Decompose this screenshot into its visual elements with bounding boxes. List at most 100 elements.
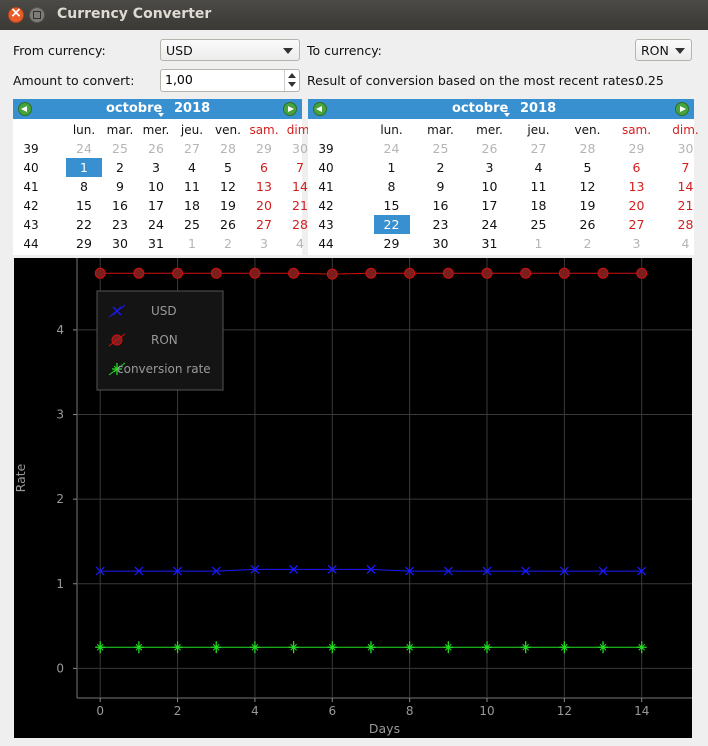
calendar-day[interactable]: 27 [174,139,210,158]
calendar-day[interactable]: 18 [521,196,557,215]
next-month-icon[interactable] [283,102,297,116]
calendar-day[interactable]: 4 [174,158,210,177]
calendar-day[interactable]: 10 [472,177,508,196]
calendar-day[interactable]: 14 [668,177,704,196]
calendar-day[interactable]: 29 [246,139,282,158]
calendar-day[interactable]: 16 [423,196,459,215]
spin-down-icon[interactable] [288,82,296,87]
calendar-day[interactable]: 16 [102,196,138,215]
calendar-day[interactable]: 3 [246,234,282,253]
calendar-day[interactable]: 2 [423,158,459,177]
calendar-day[interactable]: 26 [570,215,606,234]
calendar-day[interactable]: 27 [246,215,282,234]
amount-input[interactable] [165,72,277,87]
calendar-day[interactable]: 3 [138,158,174,177]
calendar-day[interactable]: 25 [102,139,138,158]
calendar-day[interactable]: 5 [570,158,606,177]
to-date-calendar[interactable]: octobre 2018 lun. mar. mer. jeu. ven. sam. dim… [308,99,699,255]
calendar-day[interactable]: 15 [66,196,102,215]
data-point [133,267,145,279]
calendar-day[interactable]: 24 [472,215,508,234]
calendar-day[interactable]: 9 [102,177,138,196]
calendar-day[interactable]: 31 [138,234,174,253]
calendar-day[interactable]: 28 [570,139,606,158]
calendar-day[interactable]: 29 [374,234,410,253]
calendar-day[interactable]: 24 [66,139,102,158]
calendar-day[interactable]: 7 [668,158,704,177]
calendar-day[interactable]: 24 [374,139,410,158]
calendar-day[interactable]: 20 [619,196,655,215]
calendar-day[interactable]: 24 [138,215,174,234]
calendar-day[interactable]: 15 [374,196,410,215]
calendar-day[interactable]: 4 [668,234,704,253]
calendar-day[interactable]: 8 [374,177,410,196]
calendar-day[interactable]: 23 [102,215,138,234]
calendar-day[interactable]: 28 [668,215,704,234]
from-date-calendar[interactable]: octobre 2018 lun. mar. mer. jeu. ven. sam. dim… [13,99,313,255]
calendar-day[interactable]: 22 [373,215,410,234]
calendar-day[interactable]: 8 [66,177,102,196]
calendar-year[interactable]: 2018 [520,101,556,116]
calendar-day[interactable]: 25 [423,139,459,158]
calendar-day[interactable]: 13 [619,177,655,196]
calendar-day[interactable]: 5 [210,158,246,177]
calendar-day[interactable]: 1 [66,158,102,177]
minimize-icon[interactable] [29,7,45,23]
calendar-day[interactable]: 21 [668,196,704,215]
calendar-day[interactable]: 26 [472,139,508,158]
previous-month-icon[interactable] [18,102,32,116]
calendar-day[interactable]: 2 [210,234,246,253]
calendar-day[interactable]: 11 [521,177,557,196]
calendar-day[interactable]: 20 [246,196,282,215]
calendar-day[interactable]: 19 [570,196,606,215]
calendar-month[interactable]: octobre [452,101,508,116]
amount-spinbox[interactable] [160,69,300,92]
calendar-day[interactable]: 13 [246,177,282,196]
calendar-day[interactable]: 27 [521,139,557,158]
calendar-day[interactable]: 1 [374,158,410,177]
data-point [95,641,106,654]
from-currency-select[interactable]: USD [160,39,300,61]
calendar-month[interactable]: octobre [106,101,162,116]
calendar-day[interactable]: 29 [619,139,655,158]
calendar-day[interactable]: 4 [521,158,557,177]
calendar-day[interactable]: 10 [138,177,174,196]
week-number: 44 [318,237,334,251]
calendar-day[interactable]: 2 [570,234,606,253]
previous-month-icon[interactable] [313,102,327,116]
calendar-day[interactable]: 1 [174,234,210,253]
calendar-day[interactable]: 31 [472,234,508,253]
calendar-day[interactable]: 29 [66,234,102,253]
calendar-day[interactable]: 30 [423,234,459,253]
calendar-day[interactable]: 11 [174,177,210,196]
calendar-day[interactable]: 22 [66,215,102,234]
calendar-day[interactable]: 17 [472,196,508,215]
close-icon[interactable] [8,5,24,23]
calendar-day[interactable]: 26 [138,139,174,158]
calendar-day[interactable]: 30 [102,234,138,253]
calendar-day[interactable]: 26 [210,215,246,234]
calendar-day[interactable]: 27 [619,215,655,234]
calendar-day[interactable]: 12 [210,177,246,196]
calendar-day[interactable]: 12 [570,177,606,196]
calendar-day[interactable]: 30 [668,139,704,158]
calendar-day[interactable]: 18 [174,196,210,215]
calendar-day[interactable]: 28 [210,139,246,158]
spin-up-icon[interactable] [288,73,296,78]
calendar-day[interactable]: 25 [521,215,557,234]
calendar-day[interactable]: 9 [423,177,459,196]
calendar-day[interactable]: 6 [619,158,655,177]
calendar-day[interactable]: 25 [174,215,210,234]
next-month-icon[interactable] [675,102,689,116]
calendar-day[interactable]: 17 [138,196,174,215]
calendar-day[interactable]: 6 [246,158,282,177]
calendar-day[interactable]: 3 [472,158,508,177]
calendar-day[interactable]: 3 [619,234,655,253]
calendar-day[interactable]: 19 [210,196,246,215]
calendar-day[interactable]: 2 [102,158,138,177]
calendar-day[interactable]: 23 [423,215,459,234]
week-number: 41 [23,180,39,194]
calendar-year[interactable]: 2018 [174,101,210,116]
to-currency-select[interactable]: RON [635,39,692,61]
calendar-day[interactable]: 1 [521,234,557,253]
